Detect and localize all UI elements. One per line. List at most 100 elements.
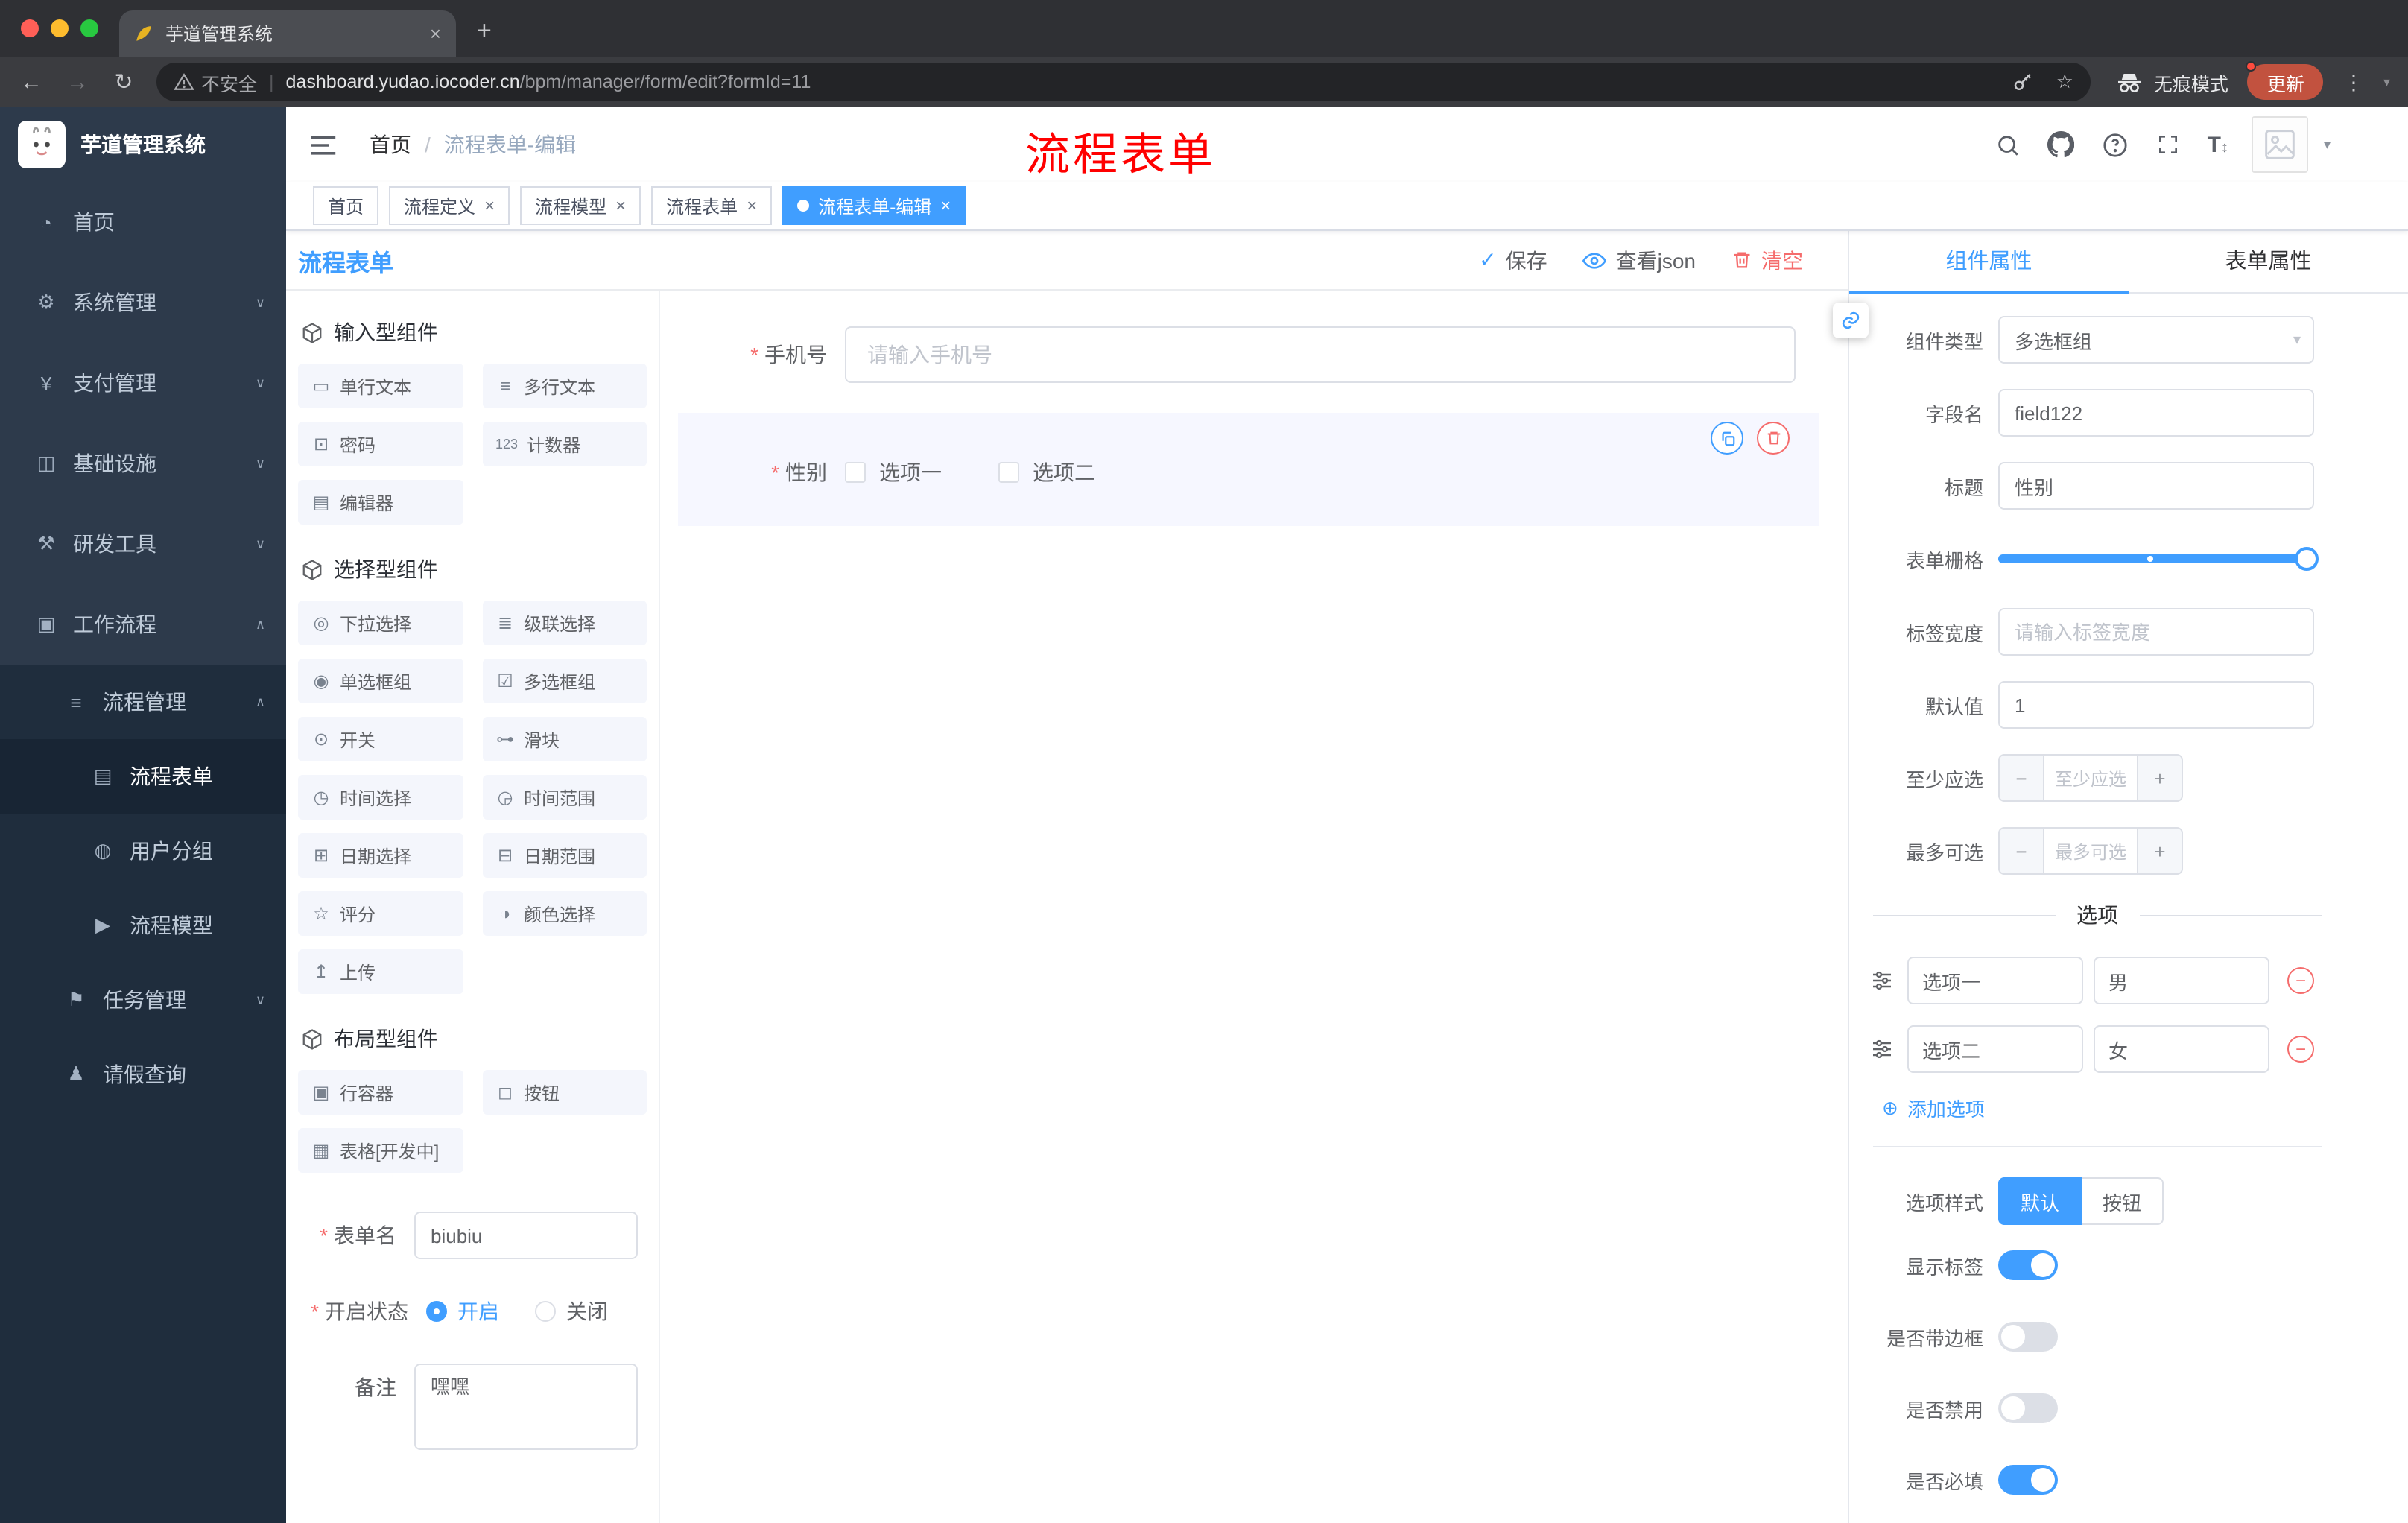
forward-icon[interactable]: → xyxy=(64,69,91,95)
sidebar-item-payment[interactable]: ¥ 支付管理 ∨ xyxy=(0,343,286,423)
option-label-input[interactable] xyxy=(1907,957,2083,1004)
palette-item-switch[interactable]: ⊙ 开关 xyxy=(298,717,463,762)
checkbox-box[interactable] xyxy=(998,462,1019,483)
decrease-button[interactable]: − xyxy=(1998,754,2043,802)
disabled-toggle[interactable] xyxy=(1998,1393,2058,1423)
component-type-select[interactable]: 多选框组 ▾ xyxy=(1998,316,2314,364)
palette-item-date-range[interactable]: ⊟ 日期范围 xyxy=(482,833,647,878)
close-icon[interactable]: × xyxy=(747,195,757,216)
sidebar-item-task-management[interactable]: ⚑ 任务管理 ∨ xyxy=(0,963,286,1037)
drag-handle-icon[interactable] xyxy=(1870,1037,1897,1061)
option-label-input[interactable] xyxy=(1907,1025,2083,1073)
slider-track[interactable] xyxy=(1998,547,2319,571)
sidebar-item-leave-query[interactable]: ♟ 请假查询 xyxy=(0,1037,286,1112)
palette-item-counter[interactable]: 123 计数器 xyxy=(482,422,647,466)
browser-tab[interactable]: 芋道管理系统 × xyxy=(119,10,456,57)
minimize-window-button[interactable] xyxy=(51,19,69,37)
max-select-value[interactable]: 最多可选 xyxy=(2043,827,2138,875)
update-button[interactable]: 更新 xyxy=(2246,61,2324,100)
save-button[interactable]: ✓ 保存 xyxy=(1479,245,1547,275)
checkbox-box[interactable] xyxy=(845,462,866,483)
search-icon[interactable] xyxy=(1993,132,2023,157)
phone-input[interactable] xyxy=(845,326,1796,383)
sidebar-item-process-form[interactable]: ▤ 流程表单 xyxy=(0,739,286,814)
palette-item-slider[interactable]: ⊶ 滑块 xyxy=(482,717,647,762)
remove-option-button[interactable]: − xyxy=(2287,967,2314,994)
profile-chevron-icon[interactable]: ▾ xyxy=(2383,74,2390,90)
tab-form-props[interactable]: 表单属性 xyxy=(2129,231,2408,292)
style-button-button[interactable]: 按钮 xyxy=(2082,1177,2164,1225)
avatar[interactable] xyxy=(2252,116,2309,173)
palette-item-row-container[interactable]: ▣ 行容器 xyxy=(298,1070,463,1115)
increase-button[interactable]: + xyxy=(2138,754,2183,802)
maximize-window-button[interactable] xyxy=(80,19,98,37)
help-icon[interactable] xyxy=(2100,132,2130,157)
tab-component-props[interactable]: 组件属性 xyxy=(1849,231,2129,294)
selected-gender-component[interactable]: 性别 选项一 选项二 xyxy=(678,413,1819,526)
password-key-icon[interactable] xyxy=(2012,71,2034,93)
bookmark-star-icon[interactable]: ☆ xyxy=(2056,70,2073,94)
palette-item-password[interactable]: ⊡ 密码 xyxy=(298,422,463,466)
copy-component-button[interactable] xyxy=(1711,422,1743,455)
security-warning[interactable]: 不安全 xyxy=(174,68,257,96)
tag-process-model[interactable]: 流程模型 × xyxy=(520,186,641,225)
form-remark-textarea[interactable]: 嘿嘿 xyxy=(414,1364,638,1450)
style-default-button[interactable]: 默认 xyxy=(1998,1177,2082,1225)
view-json-button[interactable]: 查看json xyxy=(1582,245,1696,275)
back-icon[interactable]: ← xyxy=(18,69,45,95)
sidebar-item-user-group[interactable]: ◍ 用户分组 xyxy=(0,814,286,888)
sidebar-item-process-model[interactable]: ▶ 流程模型 xyxy=(0,888,286,963)
palette-item-color-picker[interactable]: ◑ 颜色选择 xyxy=(482,891,647,936)
new-tab-button[interactable]: + xyxy=(477,16,492,46)
form-name-input[interactable] xyxy=(414,1212,638,1259)
default-value-input[interactable] xyxy=(1998,681,2314,729)
palette-item-date-picker[interactable]: ⊞ 日期选择 xyxy=(298,833,463,878)
palette-item-upload[interactable]: ↥ 上传 xyxy=(298,949,463,994)
close-icon[interactable]: × xyxy=(484,195,495,216)
github-icon[interactable] xyxy=(2047,131,2076,158)
radio-closed[interactable]: 关闭 xyxy=(535,1296,608,1326)
min-select-value[interactable]: 至少应选 xyxy=(2043,754,2138,802)
palette-item-select[interactable]: ◎ 下拉选择 xyxy=(298,601,463,645)
palette-item-button[interactable]: ◻ 按钮 xyxy=(482,1070,647,1115)
title-input[interactable] xyxy=(1998,462,2314,510)
reload-icon[interactable]: ↻ xyxy=(110,69,137,95)
clear-button[interactable]: 清空 xyxy=(1731,245,1803,275)
close-tab-icon[interactable]: × xyxy=(430,22,441,45)
radio-open[interactable]: 开启 xyxy=(426,1296,499,1326)
close-icon[interactable]: × xyxy=(615,195,626,216)
address-bar[interactable]: 不安全 | dashboard.yudao.iocoder.cn/bpm/man… xyxy=(156,63,2091,101)
option-value-input[interactable] xyxy=(2094,957,2269,1004)
grid-slider[interactable] xyxy=(1998,535,2319,583)
palette-item-cascader[interactable]: ≣ 级联选择 xyxy=(482,601,647,645)
label-width-input[interactable] xyxy=(1998,608,2314,656)
tag-process-definition[interactable]: 流程定义 × xyxy=(389,186,510,225)
palette-item-rate[interactable]: ☆ 评分 xyxy=(298,891,463,936)
palette-item-radio-group[interactable]: ◉ 单选框组 xyxy=(298,659,463,703)
delete-component-button[interactable] xyxy=(1757,422,1790,455)
required-toggle[interactable] xyxy=(1998,1465,2058,1495)
tag-process-form[interactable]: 流程表单 × xyxy=(651,186,773,225)
sidebar-item-infrastructure[interactable]: ◫ 基础设施 ∨ xyxy=(0,423,286,504)
close-icon[interactable]: × xyxy=(940,195,951,216)
border-toggle[interactable] xyxy=(1998,1322,2058,1352)
sidebar-item-process-management[interactable]: ≡ 流程管理 ∧ xyxy=(0,665,286,739)
palette-item-table[interactable]: ▦ 表格[开发中] xyxy=(298,1128,463,1173)
tag-home[interactable]: 首页 xyxy=(313,186,379,225)
palette-item-editor[interactable]: ▤ 编辑器 xyxy=(298,480,463,525)
add-option-button[interactable]: ⊕ 添加选项 xyxy=(1882,1094,2408,1122)
sidebar-item-workflow[interactable]: ▣ 工作流程 ∧ xyxy=(0,584,286,665)
avatar-caret-icon[interactable]: ▾ xyxy=(2324,136,2331,153)
sidebar-item-home[interactable]: ◔ 首页 xyxy=(0,182,286,262)
show-label-toggle[interactable] xyxy=(1998,1250,2058,1280)
collapse-sidebar-icon[interactable] xyxy=(310,133,337,156)
field-name-input[interactable] xyxy=(1998,389,2314,437)
option-value-input[interactable] xyxy=(2094,1025,2269,1073)
tag-process-form-edit[interactable]: 流程表单-编辑 × xyxy=(782,186,966,225)
font-size-icon[interactable]: T↕ xyxy=(2208,132,2228,157)
checkbox-option-2[interactable]: 选项二 xyxy=(998,457,1095,487)
form-canvas[interactable]: 手机号 xyxy=(660,291,1848,1523)
palette-item-multi-text[interactable]: ≡ 多行文本 xyxy=(482,364,647,408)
sidebar-item-devtools[interactable]: ⚒ 研发工具 ∨ xyxy=(0,504,286,584)
increase-button[interactable]: + xyxy=(2138,827,2183,875)
